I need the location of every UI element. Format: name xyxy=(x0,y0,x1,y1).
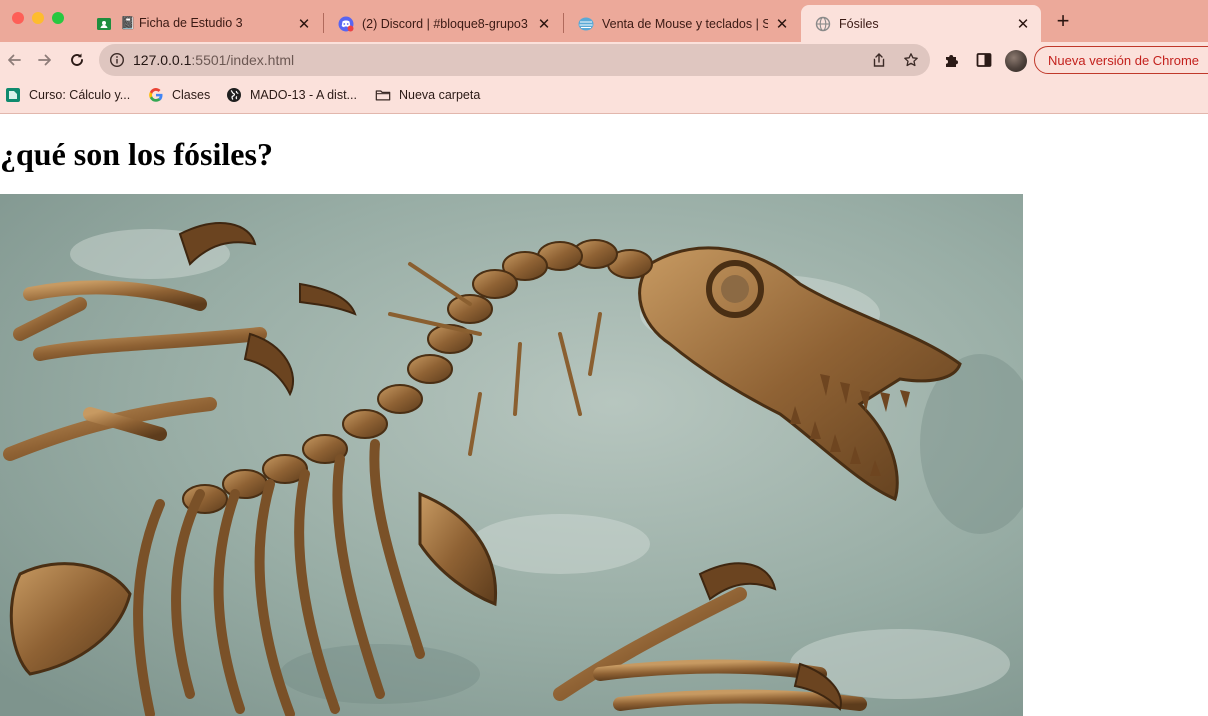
tab-title: Fósiles xyxy=(839,16,879,31)
bookmark-mado-13[interactable]: MADO-13 - A dist... xyxy=(226,86,357,104)
close-icon[interactable]: ✕ xyxy=(1015,16,1031,33)
tab-title: (2) Discord | #bloque8-grupo3 xyxy=(362,16,528,31)
forward-button[interactable] xyxy=(33,48,57,72)
world-icon xyxy=(226,87,242,103)
tab-venta-mouse[interactable]: Venta de Mouse y teclados | St ✕ xyxy=(564,5,800,42)
tab-fosiles[interactable]: Fósiles ✕ xyxy=(801,5,1041,42)
bookmark-clases[interactable]: Clases xyxy=(148,86,210,104)
url-path: :5501/index.html xyxy=(191,52,295,68)
minimize-window-button[interactable] xyxy=(32,12,44,24)
close-icon[interactable]: ✕ xyxy=(774,16,790,33)
arrow-left-icon xyxy=(8,54,21,66)
tab-ficha-de-estudio[interactable]: 📓 Ficha de Estudio 3 ✕ xyxy=(82,5,322,42)
dinosaur-fossil-image xyxy=(0,194,1023,716)
share-icon[interactable] xyxy=(871,52,887,68)
bookmark-nueva-carpeta[interactable]: Nueva carpeta xyxy=(375,86,480,104)
reload-button[interactable] xyxy=(65,48,89,72)
discord-icon xyxy=(338,16,354,32)
back-button[interactable] xyxy=(2,48,26,72)
folder-icon xyxy=(375,87,391,103)
reload-icon xyxy=(71,53,83,66)
arrow-right-icon xyxy=(38,54,51,66)
bookmark-curso-calculo[interactable]: Curso: Cálculo y... xyxy=(5,86,130,104)
google-icon xyxy=(148,87,164,103)
new-tab-button[interactable]: + xyxy=(1052,8,1074,33)
page-heading: ¿qué son los fósiles? xyxy=(0,136,273,172)
close-window-button[interactable] xyxy=(12,12,24,24)
address-bar[interactable]: 127.0.0.1:5501/index.html xyxy=(99,44,930,76)
site-info-icon[interactable] xyxy=(109,52,125,73)
close-icon[interactable]: ✕ xyxy=(296,16,312,33)
bookmark-label: Nueva carpeta xyxy=(399,88,481,102)
close-icon[interactable]: ✕ xyxy=(536,16,552,33)
bookmark-star-icon[interactable] xyxy=(903,52,919,68)
classroom-icon xyxy=(5,87,21,103)
tab-strip: 📓 Ficha de Estudio 3 ✕ (2) Discord | #bl… xyxy=(0,0,1208,42)
bookmark-label: MADO-13 - A dist... xyxy=(250,88,357,102)
tab-title: Venta de Mouse y teclados | St xyxy=(602,16,768,31)
globe-icon xyxy=(815,16,831,32)
bookmarks-bar: Curso: Cálculo y... Clases MADO-13 - A d… xyxy=(0,78,1208,114)
store-icon xyxy=(578,16,594,32)
chrome-update-button[interactable]: Nueva versión de Chrome xyxy=(1034,46,1208,74)
url-text[interactable]: 127.0.0.1:5501/index.html xyxy=(133,52,294,68)
extensions-icon[interactable] xyxy=(943,51,961,69)
tab-title: 📓 Ficha de Estudio 3 xyxy=(120,16,243,30)
maximize-window-button[interactable] xyxy=(52,12,64,24)
side-panel-icon[interactable] xyxy=(975,51,993,69)
tab-discord[interactable]: (2) Discord | #bloque8-grupo3 ✕ xyxy=(324,5,562,42)
fossil-illustration xyxy=(0,194,1023,716)
url-host: 127.0.0.1 xyxy=(133,52,192,68)
bookmark-label: Curso: Cálculo y... xyxy=(29,88,131,102)
browser-toolbar: 127.0.0.1:5501/index.html Nueva versión … xyxy=(0,42,1208,78)
bookmark-label: Clases xyxy=(172,88,211,102)
google-classroom-icon xyxy=(96,16,112,32)
profile-avatar[interactable] xyxy=(1005,50,1027,72)
